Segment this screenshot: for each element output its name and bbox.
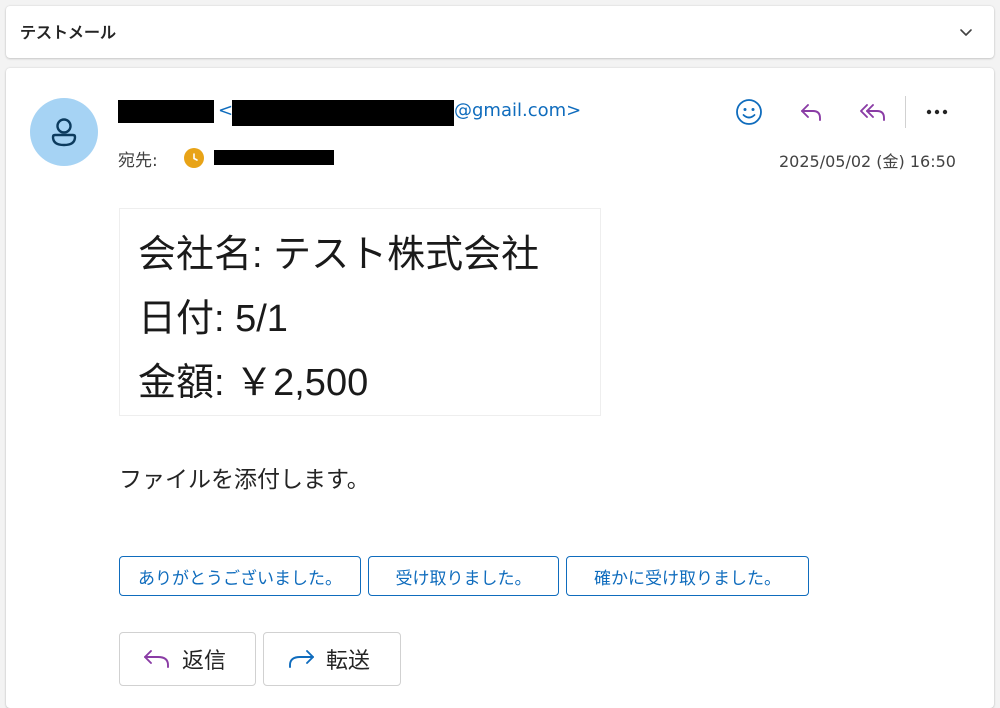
subject-bar: テストメール xyxy=(6,6,994,58)
reply-icon[interactable] xyxy=(795,96,827,128)
chevron-down-icon[interactable] xyxy=(956,22,976,42)
suggested-reply-confirmed[interactable]: 確かに受け取りました。 xyxy=(566,556,809,596)
forward-button[interactable]: 転送 xyxy=(263,632,401,686)
sender-open-bracket[interactable]: < xyxy=(218,100,233,121)
reply-all-icon[interactable] xyxy=(857,96,889,128)
redacted-sender-name xyxy=(118,100,214,123)
reply-arrow-icon xyxy=(144,650,169,668)
body-date-line: 日付: 5/1 xyxy=(138,298,288,340)
person-icon xyxy=(51,118,77,147)
body-amount-line: 金額: ￥2,500 xyxy=(138,362,369,404)
avatar[interactable] xyxy=(30,98,98,166)
attachment-note: ファイルを添付します。 xyxy=(119,467,370,493)
more-options-icon[interactable] xyxy=(921,96,953,128)
forward-button-label: 転送 xyxy=(326,649,371,674)
clock-icon xyxy=(184,148,204,168)
reply-button[interactable]: 返信 xyxy=(119,632,256,686)
subject-title: テストメール xyxy=(20,23,117,42)
redacted-recipient xyxy=(214,150,334,165)
suggested-reply-thanks[interactable]: ありがとうございました。 xyxy=(119,556,361,596)
to-label: 宛先: xyxy=(118,151,158,171)
message-card: < @gmail.com> 宛先: 2025/05/02 (金) 16:50 会… xyxy=(6,68,994,708)
body-company-line: 会社名: テスト株式会社 xyxy=(138,234,540,276)
emoji-icon[interactable] xyxy=(733,96,765,128)
message-body-box: 会社名: テスト株式会社 日付: 5/1 金額: ￥2,500 xyxy=(119,208,601,416)
reply-button-label: 返信 xyxy=(182,649,227,674)
redacted-sender-email xyxy=(232,100,454,126)
toolbar-divider xyxy=(905,96,906,128)
sent-date: 2025/05/02 (金) 16:50 xyxy=(779,152,956,171)
suggested-reply-received[interactable]: 受け取りました。 xyxy=(368,556,559,596)
sender-email-domain[interactable]: @gmail.com> xyxy=(454,100,581,121)
forward-arrow-icon xyxy=(289,650,314,668)
